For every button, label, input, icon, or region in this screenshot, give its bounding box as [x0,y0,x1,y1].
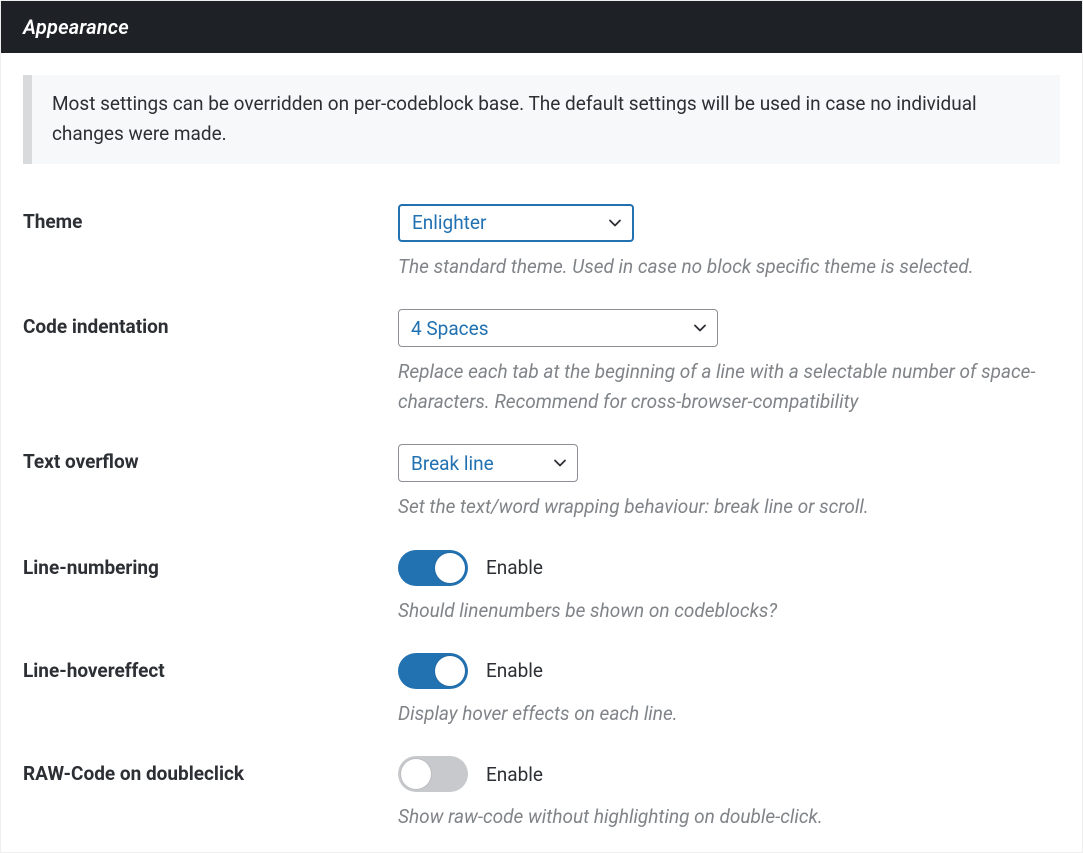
toggle-knob [435,553,465,583]
toggle-linenum[interactable] [398,550,468,586]
control-indentation: 4 Spaces Replace each tab at the beginni… [398,309,1060,416]
desc-rawcode: Show raw-code without highlighting on do… [398,802,1038,831]
chevron-down-icon [691,319,709,337]
desc-indentation: Replace each tab at the beginning of a l… [398,357,1038,416]
toggle-row-rawcode: Enable [398,756,1060,792]
desc-overflow: Set the text/word wrapping behaviour: br… [398,492,1038,521]
panel-header: Appearance [1,1,1082,53]
notice-accent [23,75,32,164]
label-linenum: Line-numbering [23,550,398,625]
row-theme: Theme Enlighter The standard theme. Used… [23,176,1060,281]
label-theme: Theme [23,204,398,281]
label-overflow: Text overflow [23,444,398,521]
control-rawcode: Enable Show raw-code without highlightin… [398,756,1060,831]
select-theme[interactable]: Enlighter [398,204,634,242]
row-rawcode: RAW-Code on doubleclick Enable Show raw-… [23,728,1060,831]
row-overflow: Text overflow Break line Set the text/wo… [23,416,1060,521]
chevron-down-icon [551,454,569,472]
toggle-row-linenum: Enable [398,550,1060,586]
settings-list: Theme Enlighter The standard theme. Used… [1,176,1082,852]
select-theme-value: Enlighter [412,211,486,234]
toggle-label-rawcode: Enable [486,763,543,786]
select-indentation[interactable]: 4 Spaces [398,309,718,347]
panel-title: Appearance [23,15,129,39]
control-theme: Enlighter The standard theme. Used in ca… [398,204,1060,281]
row-linehover: Line-hovereffect Enable Display hover ef… [23,625,1060,728]
label-indentation: Code indentation [23,309,398,416]
control-overflow: Break line Set the text/word wrapping be… [398,444,1060,521]
toggle-knob [401,759,431,789]
label-rawcode: RAW-Code on doubleclick [23,756,398,831]
control-linehover: Enable Display hover effects on each lin… [398,653,1060,728]
desc-linenum: Should linenumbers be shown on codeblock… [398,596,1038,625]
toggle-linehover[interactable] [398,653,468,689]
notice-block: Most settings can be overridden on per-c… [23,75,1060,164]
toggle-label-linenum: Enable [486,556,543,579]
row-linenum: Line-numbering Enable Should linenumbers… [23,522,1060,625]
toggle-knob [435,656,465,686]
select-overflow-value: Break line [411,452,494,475]
toggle-rawcode[interactable] [398,756,468,792]
chevron-down-icon [606,214,624,232]
toggle-row-linehover: Enable [398,653,1060,689]
notice-text: Most settings can be overridden on per-c… [32,75,1060,164]
select-indentation-value: 4 Spaces [411,317,489,340]
appearance-panel: Appearance Most settings can be overridd… [0,0,1083,853]
control-linenum: Enable Should linenumbers be shown on co… [398,550,1060,625]
toggle-label-linehover: Enable [486,659,543,682]
select-overflow[interactable]: Break line [398,444,578,482]
desc-theme: The standard theme. Used in case no bloc… [398,252,1038,281]
label-linehover: Line-hovereffect [23,653,398,728]
row-indentation: Code indentation 4 Spaces Replace each t… [23,281,1060,416]
desc-linehover: Display hover effects on each line. [398,699,1038,728]
